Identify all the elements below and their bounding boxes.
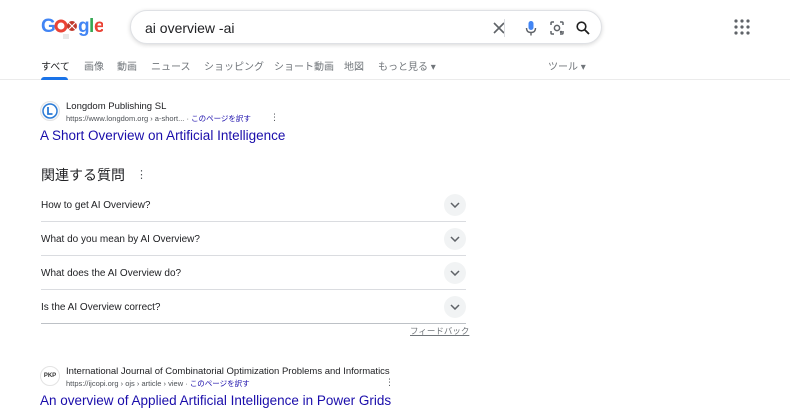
tools-button[interactable]: ツール ▾ xyxy=(548,58,586,73)
chevron-down-icon[interactable] xyxy=(444,296,466,318)
google-apps-button[interactable] xyxy=(733,18,751,36)
site-url-line: https://ijcopi.org › ojs › article › vie… xyxy=(66,379,250,388)
tab-short-videos[interactable]: ショート動画 xyxy=(274,58,334,73)
tab-news[interactable]: ニュース xyxy=(151,58,191,73)
result-title-link[interactable]: An overview of Applied Artificial Intell… xyxy=(40,393,391,408)
question-text: What do you mean by AI Overview? xyxy=(41,234,200,245)
search-icon xyxy=(576,21,590,35)
related-question[interactable]: What does the AI Overview do? xyxy=(41,256,466,290)
result-title-link[interactable]: A Short Overview on Artificial Intellige… xyxy=(40,128,285,143)
site-favicon[interactable] xyxy=(40,101,60,121)
question-text: How to get AI Overview? xyxy=(41,200,151,211)
chevron-down-icon[interactable] xyxy=(444,194,466,216)
site-name[interactable]: Longdom Publishing SL xyxy=(66,101,166,112)
lens-search-button[interactable] xyxy=(547,18,567,38)
search-result: PKP International Journal of Combinatori… xyxy=(40,366,440,411)
clear-search-button[interactable] xyxy=(489,18,509,38)
tab-maps[interactable]: 地図 xyxy=(344,58,364,73)
more-options-icon[interactable]: ⋮ xyxy=(136,168,147,181)
search-box[interactable] xyxy=(130,10,602,44)
related-question[interactable]: What do you mean by AI Overview? xyxy=(41,222,466,256)
related-questions-heading: 関連する質問 xyxy=(41,167,125,183)
site-favicon[interactable]: PKP xyxy=(40,366,60,386)
tab-videos[interactable]: 動画 xyxy=(117,58,137,73)
longdom-logo-icon xyxy=(42,103,58,119)
tab-all[interactable]: すべて xyxy=(41,58,70,73)
more-options-icon[interactable]: ⋮ xyxy=(385,378,394,387)
svg-text:g: g xyxy=(78,16,90,37)
related-question[interactable]: How to get AI Overview? xyxy=(41,188,466,222)
related-question[interactable]: Is the AI Overview correct? xyxy=(41,290,466,324)
svg-text:e: e xyxy=(94,16,103,37)
search-result: Longdom Publishing SL https://www.longdo… xyxy=(40,101,340,147)
site-url-line: https://www.longdom.org › a-short... · こ… xyxy=(66,114,251,123)
google-logo[interactable]: G g l e xyxy=(41,12,103,40)
more-options-icon[interactable]: ⋮ xyxy=(270,113,279,122)
active-tab-indicator xyxy=(41,77,68,80)
voice-search-button[interactable] xyxy=(521,18,541,38)
question-text: Is the AI Overview correct? xyxy=(41,302,161,313)
site-url[interactable]: https://www.longdom.org › a-short... xyxy=(66,114,184,123)
translate-link[interactable]: このページを訳す xyxy=(190,379,250,388)
apps-grid-icon xyxy=(734,19,750,35)
tab-shopping[interactable]: ショッピング xyxy=(204,58,264,73)
search-input[interactable] xyxy=(145,18,475,38)
svg-text:G: G xyxy=(41,16,56,37)
question-text: What does the AI Overview do? xyxy=(41,268,182,279)
tab-images[interactable]: 画像 xyxy=(84,58,104,73)
search-tabs: すべて 画像 動画 ニュース ショッピング ショート動画 地図 もっと見る ▾ … xyxy=(0,56,790,80)
translate-link[interactable]: このページを訳す xyxy=(191,114,251,123)
pkp-logo: PKP xyxy=(43,373,57,379)
chevron-down-icon[interactable] xyxy=(444,228,466,250)
camera-lens-icon xyxy=(550,21,564,35)
microphone-icon xyxy=(525,21,537,36)
search-divider xyxy=(504,19,505,37)
search-button[interactable] xyxy=(573,18,593,38)
chevron-down-icon[interactable] xyxy=(444,262,466,284)
tab-more[interactable]: もっと見る ▾ xyxy=(378,58,436,73)
site-url[interactable]: https://ijcopi.org › ojs › article › vie… xyxy=(66,379,183,388)
feedback-link[interactable]: フィードバック xyxy=(410,325,469,337)
site-name[interactable]: International Journal of Combinatorial O… xyxy=(66,366,390,377)
